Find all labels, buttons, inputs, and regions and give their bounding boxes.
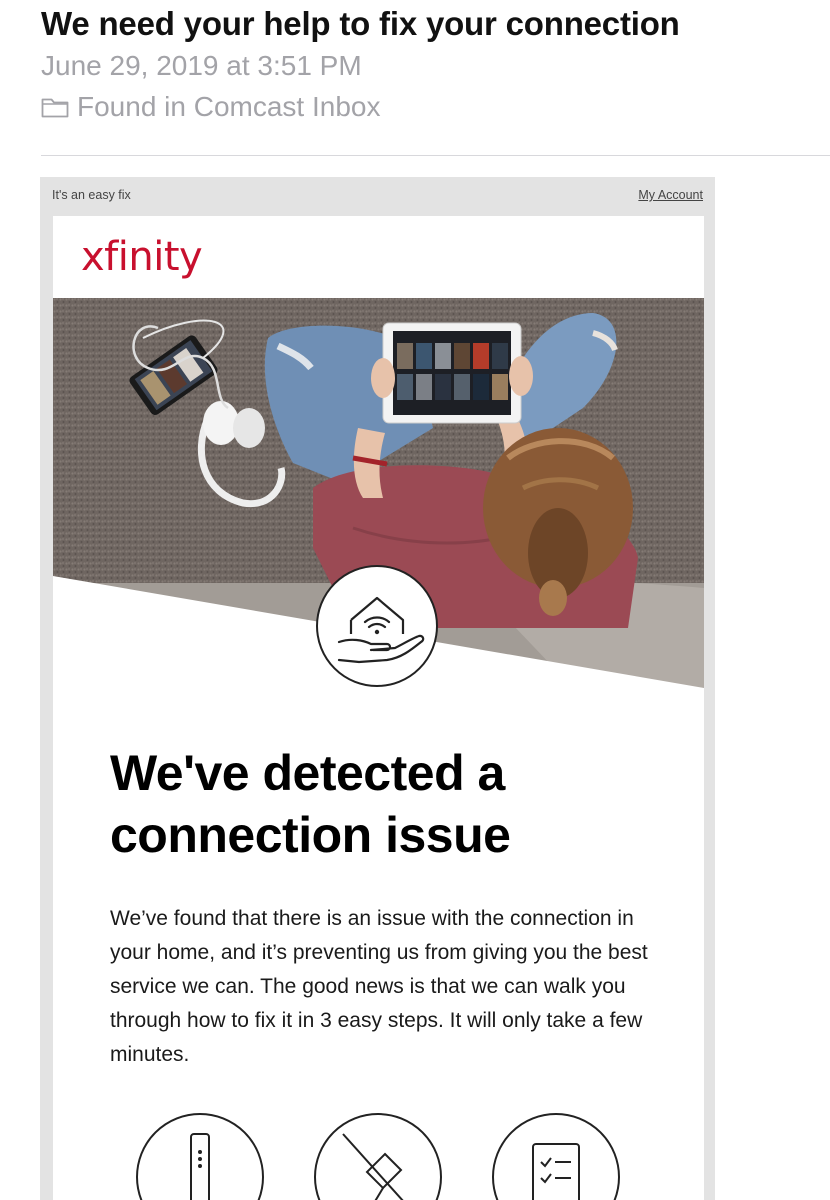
folder-label: Found in Comcast Inbox bbox=[77, 91, 381, 122]
mail-subject: We need your help to fix your connection bbox=[41, 5, 680, 42]
modem-icon bbox=[135, 1112, 265, 1200]
headline: We've detected a connection issue bbox=[110, 745, 511, 863]
checklist-icon bbox=[491, 1112, 621, 1200]
email-frame: It's an easy fix My Account xfinity We'v… bbox=[40, 177, 715, 1200]
step-icons-row bbox=[53, 1112, 704, 1200]
logo-area: xfinity bbox=[53, 216, 704, 298]
my-account-link[interactable]: My Account bbox=[638, 188, 703, 202]
xfinity-logo: xfinity bbox=[81, 234, 203, 280]
folder-icon bbox=[41, 96, 69, 118]
email-view: We need your help to fix your connection… bbox=[0, 0, 830, 1200]
email-body: xfinity We've detected a connection issu… bbox=[53, 216, 704, 1200]
preheader-text: It's an easy fix bbox=[52, 188, 131, 202]
mail-folder[interactable]: Found in Comcast Inbox bbox=[41, 90, 381, 124]
body-paragraph: We’ve found that there is an issue with … bbox=[110, 907, 648, 1066]
mail-date: June 29, 2019 at 3:51 PM bbox=[41, 50, 362, 81]
home-wifi-hand-icon bbox=[315, 564, 439, 688]
header-divider bbox=[41, 155, 830, 156]
power-plug-icon bbox=[313, 1112, 443, 1200]
